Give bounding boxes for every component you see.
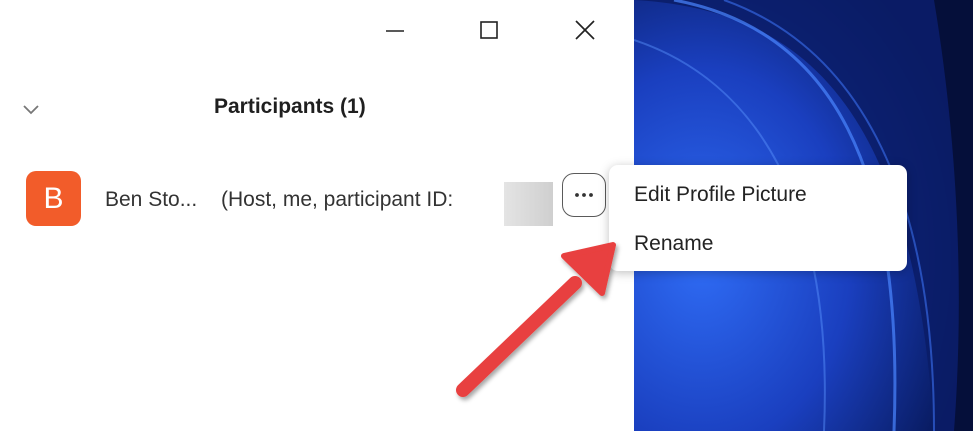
avatar-initial: B xyxy=(43,181,64,215)
maximize-button[interactable] xyxy=(466,8,512,52)
ellipsis-icon xyxy=(575,193,593,197)
minimize-button[interactable] xyxy=(372,8,418,52)
menu-item-rename[interactable]: Rename xyxy=(609,220,907,268)
participant-id-redacted xyxy=(504,182,553,226)
title-bar xyxy=(0,0,634,60)
close-icon xyxy=(575,20,595,40)
minimize-icon xyxy=(386,30,404,32)
avatar: B xyxy=(26,171,81,226)
participant-row[interactable]: B Ben Sto... (Host, me, participant ID: xyxy=(0,168,634,230)
screenshot: Participants (1) B Ben Sto... (Host, me,… xyxy=(0,0,973,431)
panel-title: Participants (1) xyxy=(214,95,366,118)
close-button[interactable] xyxy=(562,8,608,52)
chevron-down-icon xyxy=(23,105,39,115)
participants-window: Participants (1) B Ben Sto... (Host, me,… xyxy=(0,0,634,431)
menu-item-edit-profile-picture[interactable]: Edit Profile Picture xyxy=(609,171,907,219)
more-options-button[interactable] xyxy=(562,173,606,217)
context-menu: Edit Profile Picture Rename xyxy=(609,165,907,271)
maximize-icon xyxy=(480,21,498,39)
collapse-button[interactable] xyxy=(19,97,43,121)
participant-role: (Host, me, participant ID: xyxy=(221,188,454,211)
participant-name: Ben Sto... xyxy=(105,188,198,211)
